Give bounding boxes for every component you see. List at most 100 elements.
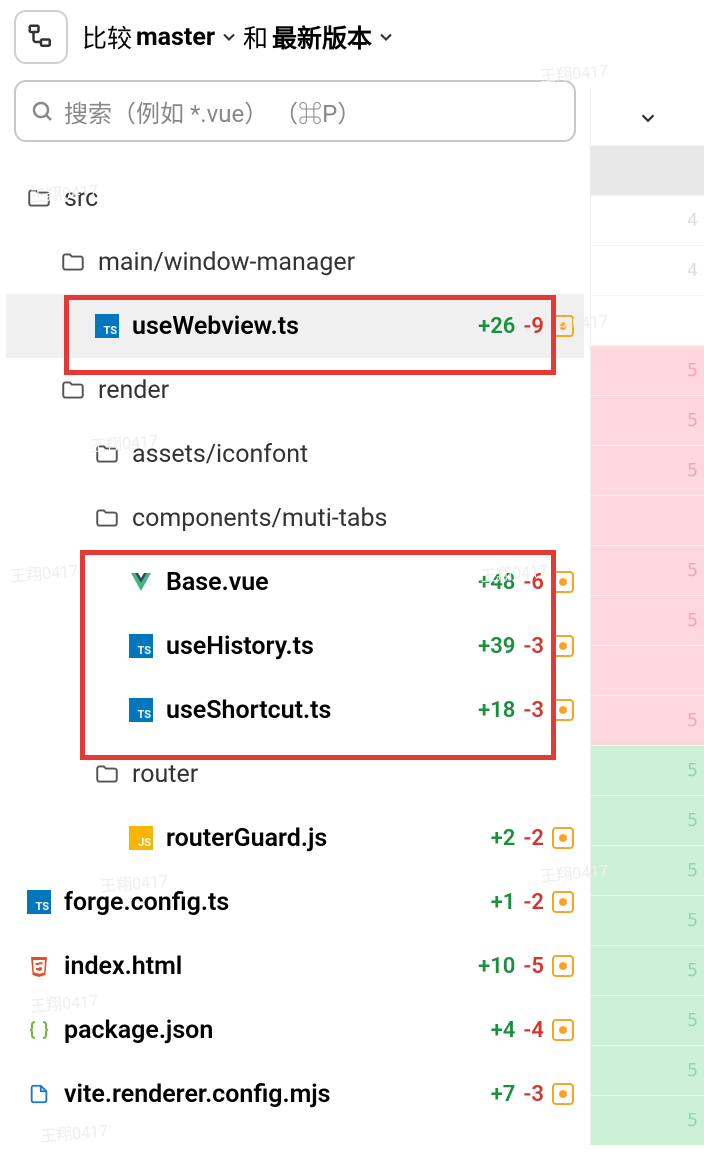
modified-icon xyxy=(552,827,574,849)
additions: +26 xyxy=(478,314,515,339)
deletions: -4 xyxy=(523,1018,544,1043)
file-tree: src main/window-manager TS useWebview.ts +26… xyxy=(0,166,590,1155)
diff-line xyxy=(590,145,704,195)
file-row[interactable]: package.json +4 -4 xyxy=(6,998,584,1062)
tree-view-toggle-button[interactable] xyxy=(14,10,68,64)
modified-icon xyxy=(552,699,574,721)
diff-stats: +7 -3 xyxy=(483,1082,574,1107)
additions: +10 xyxy=(478,954,515,979)
folder-icon xyxy=(92,441,122,467)
file-row[interactable]: TS useHistory.ts +39 -3 xyxy=(6,614,584,678)
diff-stats: +48 -6 xyxy=(470,570,574,595)
folder-icon xyxy=(58,377,88,403)
file-row[interactable]: TS forge.config.ts +1 -2 xyxy=(6,870,584,934)
modified-icon xyxy=(552,571,574,593)
diff-line: 5 xyxy=(590,1045,704,1095)
diff-line: 5 xyxy=(590,745,704,795)
target-branch: 最新版本 xyxy=(272,19,372,55)
tree-item-label: routerGuard.js xyxy=(166,824,327,853)
folder-icon xyxy=(58,249,88,275)
tree-item-label: package.json xyxy=(64,1016,213,1045)
diff-line xyxy=(590,495,704,545)
diff-line: 5 xyxy=(590,545,704,595)
folder-icon xyxy=(24,185,54,211)
tree-icon xyxy=(26,22,56,52)
compare-prefix: 比较 xyxy=(82,19,132,55)
tree-item-label: main/window-manager xyxy=(98,248,355,277)
diff-line: 5 xyxy=(590,695,704,745)
file-row[interactable]: TS useWebview.ts +26 -9 xyxy=(6,294,584,358)
modified-icon xyxy=(552,955,574,977)
diff-line: 5 xyxy=(590,795,704,845)
file-row[interactable]: TSuseShortcut.ts+18-3 xyxy=(6,678,584,742)
diff-stats: +10-5 xyxy=(470,954,574,979)
deletions: -3 xyxy=(523,634,544,659)
diff-stats: +2 -2 xyxy=(483,826,574,851)
compare-selector[interactable]: 比较 master 和 最新版本 xyxy=(82,19,396,55)
diff-line: 5 xyxy=(590,945,704,995)
chevron-down-icon xyxy=(376,27,396,47)
deletions: -6 xyxy=(523,570,544,595)
diff-line: 5 xyxy=(590,445,704,495)
search-input[interactable]: 搜索（例如 *.vue） （⌘P） xyxy=(14,80,576,142)
diff-stats: +4 -4 xyxy=(483,1018,574,1043)
tree-item-label: router xyxy=(132,760,198,789)
folder-icon xyxy=(92,505,122,531)
file-row[interactable]: JSrouterGuard.js+2-2 xyxy=(6,806,584,870)
html-file-icon xyxy=(24,954,54,978)
deletions: -3 xyxy=(523,1082,544,1107)
compare-header: 比较 master 和 最新版本 xyxy=(0,10,590,80)
file-row[interactable]: vite.renderer.config.mjs +7 -3 xyxy=(6,1062,584,1126)
tree-item-label: useWebview.ts xyxy=(132,312,299,341)
modified-icon xyxy=(552,315,574,337)
additions: +1 xyxy=(491,890,516,915)
tree-item-label: forge.config.ts xyxy=(64,888,229,917)
tree-item-label: useHistory.ts xyxy=(166,632,314,661)
folder-row[interactable]: render xyxy=(6,358,584,422)
folder-icon xyxy=(92,761,122,787)
diff-line: 4 xyxy=(590,245,704,295)
diff-line: 4 xyxy=(590,195,704,245)
additions: +48 xyxy=(478,570,515,595)
folder-row[interactable]: main/window-manager xyxy=(6,230,584,294)
additions: +7 xyxy=(491,1082,516,1107)
diff-line: 5 xyxy=(590,395,704,445)
file-row[interactable]: Base.vue +48 -6 xyxy=(6,550,584,614)
file-row[interactable]: index.html +10-5 xyxy=(6,934,584,998)
diff-stats: +39 -3 xyxy=(470,634,574,659)
additions: +18 xyxy=(478,698,515,723)
folder-row[interactable]: src xyxy=(6,166,584,230)
tree-item-label: index.html xyxy=(64,952,182,981)
folder-row[interactable]: components/muti-tabs xyxy=(6,486,584,550)
file-file-icon xyxy=(24,1081,54,1107)
diff-preview-panel: 4455555555555555 xyxy=(590,0,704,1155)
tree-item-label: assets/iconfont xyxy=(132,440,308,469)
deletions: -2 xyxy=(523,826,544,851)
modified-icon xyxy=(552,1083,574,1105)
additions: +4 xyxy=(491,1018,516,1043)
deletions: -3 xyxy=(523,698,544,723)
ts-file-icon: TS xyxy=(24,890,54,914)
chevron-down-icon xyxy=(219,27,239,47)
additions: +2 xyxy=(491,826,516,851)
ts-file-icon: TS xyxy=(126,634,156,658)
tree-item-label: render xyxy=(98,376,169,405)
additions: +39 xyxy=(478,634,515,659)
diff-collapse-chevron[interactable] xyxy=(590,90,704,145)
deletions: -2 xyxy=(523,890,544,915)
tree-item-label: Base.vue xyxy=(166,568,269,597)
compare-mid: 和 xyxy=(243,19,268,55)
diff-line: 5 xyxy=(590,595,704,645)
base-branch: master xyxy=(136,23,215,52)
diff-line: 5 xyxy=(590,345,704,395)
diff-stats: +1 -2 xyxy=(483,890,574,915)
diff-line: 5 xyxy=(590,895,704,945)
diff-line xyxy=(590,295,704,345)
deletions: -9 xyxy=(523,314,544,339)
folder-row[interactable]: assets/iconfont xyxy=(6,422,584,486)
diff-line xyxy=(590,645,704,695)
ts-file-icon: TS xyxy=(92,314,122,338)
tree-item-label: vite.renderer.config.mjs xyxy=(64,1080,331,1109)
folder-row[interactable]: router xyxy=(6,742,584,806)
vue-file-icon xyxy=(126,570,156,594)
